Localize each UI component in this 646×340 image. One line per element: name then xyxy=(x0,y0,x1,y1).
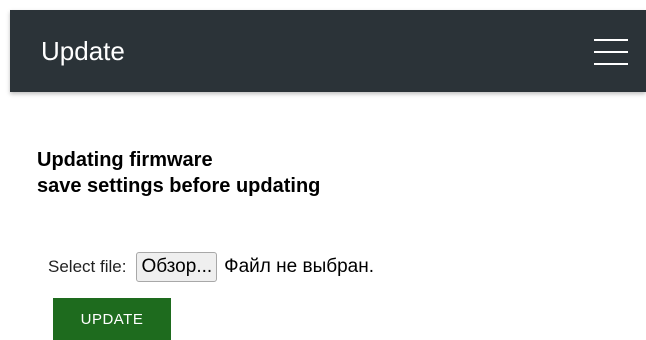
menu-bar xyxy=(594,63,628,65)
page-title: Update xyxy=(41,36,125,66)
browse-button[interactable]: Обзор... xyxy=(136,252,218,282)
update-button[interactable]: UPDATE xyxy=(53,298,171,340)
firmware-heading: Updating firmware save settings before u… xyxy=(37,147,320,199)
hamburger-menu-icon[interactable] xyxy=(594,39,628,65)
file-input-row: Select file: Обзор... Файл не выбран. xyxy=(48,251,374,283)
menu-bar xyxy=(594,39,628,41)
heading-line-2: save settings before updating xyxy=(37,175,321,197)
file-status-text: Файл не выбран. xyxy=(224,256,375,277)
select-file-label: Select file: xyxy=(48,257,127,276)
heading-line-1: Updating firmware xyxy=(37,149,213,171)
menu-bar xyxy=(594,51,628,53)
top-strip xyxy=(0,0,646,10)
app-header: Update xyxy=(10,10,646,92)
